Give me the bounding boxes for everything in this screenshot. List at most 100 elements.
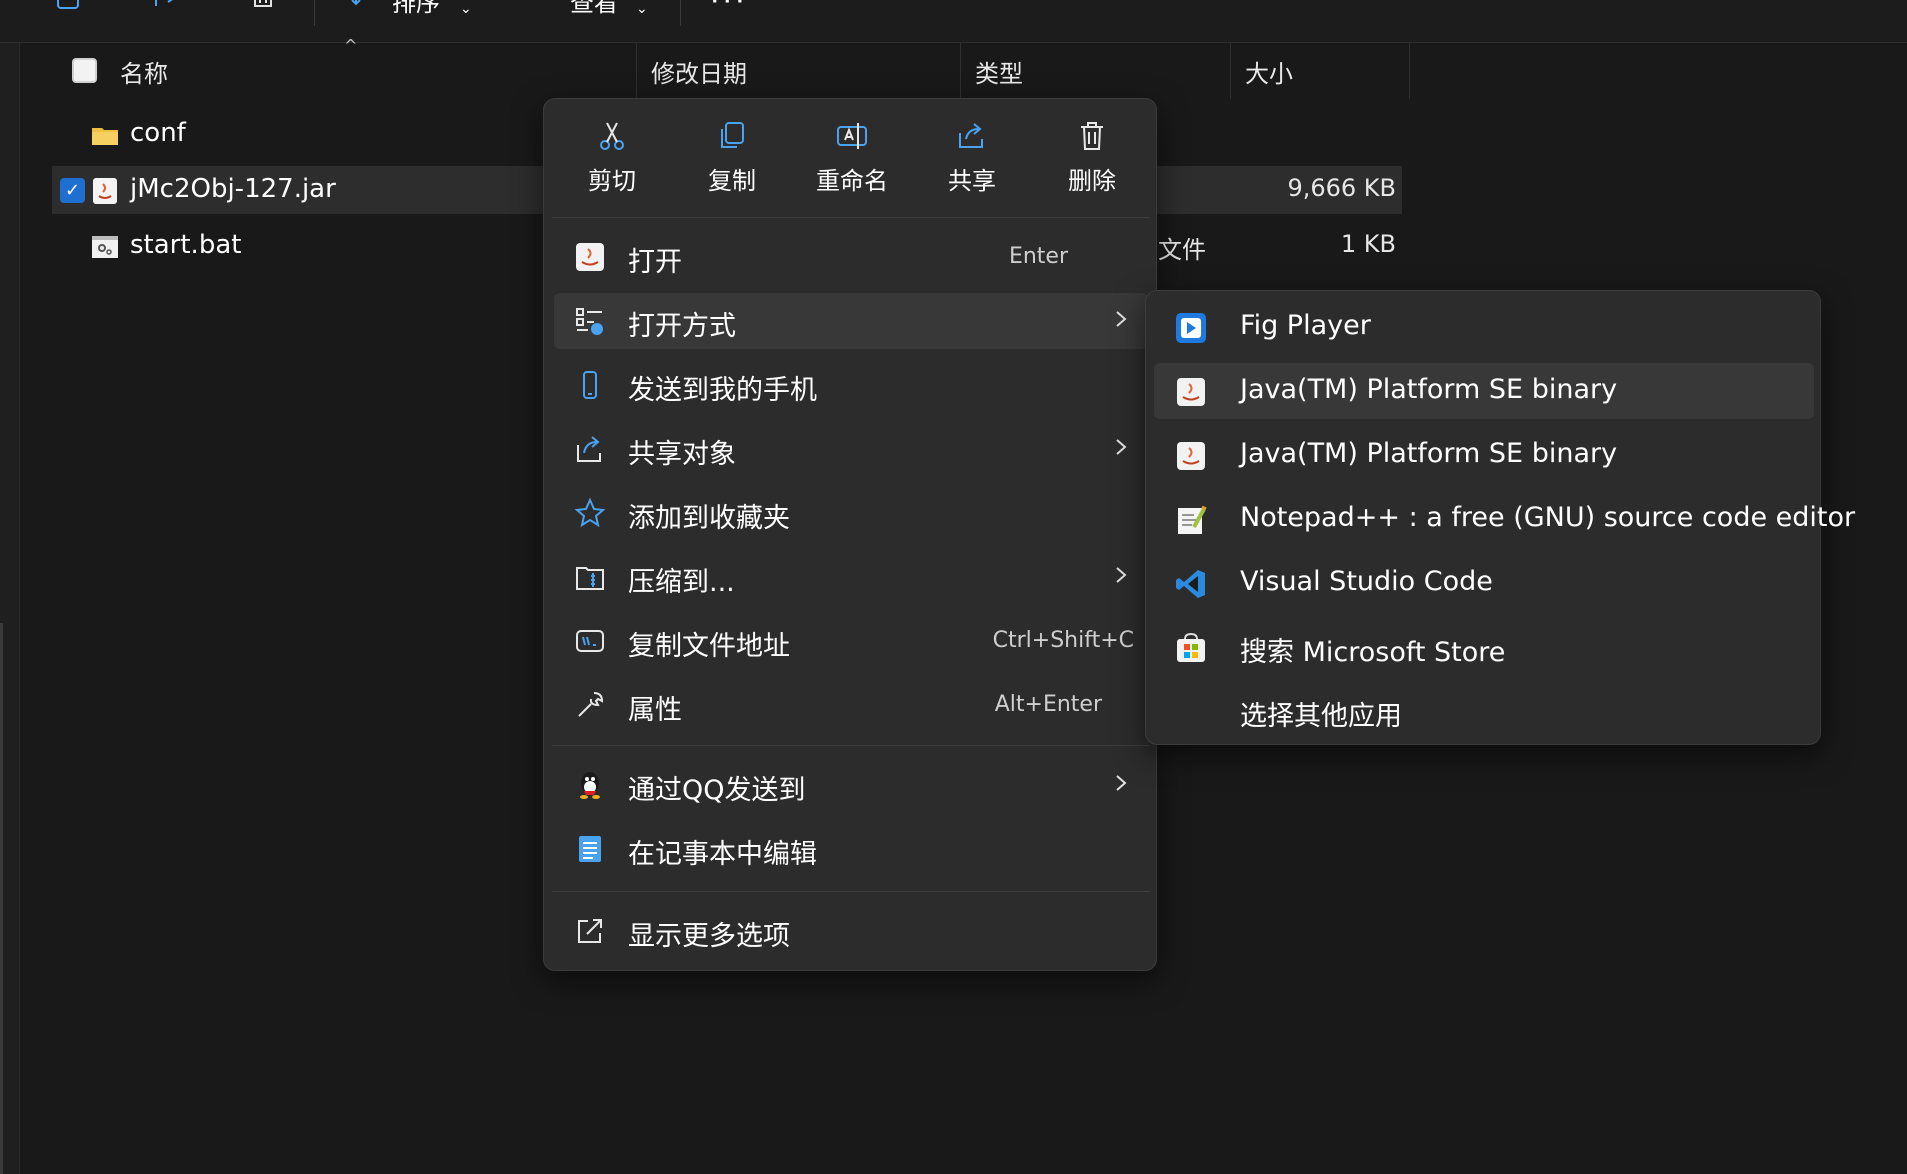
chevron-right-icon (1116, 439, 1127, 455)
submenu-item-choose-other-app[interactable]: 选择其他应用 (1154, 683, 1814, 739)
sort-chevron-icon: ⌄ (460, 1, 472, 17)
file-size: 9,666 KB (1287, 174, 1396, 202)
notepad-icon (574, 833, 606, 865)
submenu-item-vscode[interactable]: Visual Studio Code (1154, 555, 1814, 611)
share-label: 共享 (948, 167, 996, 195)
quick-actions-bar: 剪切 复制 重命名 共享 删除 (544, 99, 1158, 217)
column-header-modified[interactable]: 修改日期 (636, 43, 960, 99)
menu-item-label: 在记事本中编辑 (628, 839, 817, 870)
submenu-item-microsoft-store[interactable]: 搜索 Microsoft Store (1154, 619, 1814, 675)
rename-label: 重命名 (816, 167, 888, 195)
submenu-item-label: Java(TM) Platform SE binary (1240, 374, 1618, 405)
menu-item-label: 添加到收藏夹 (628, 503, 790, 534)
more-options-button[interactable]: ··· (710, 0, 748, 19)
menu-item-show-more-options[interactable]: 显示更多选项 (554, 903, 1148, 959)
cut-icon (600, 122, 624, 150)
java-icon (1174, 439, 1208, 473)
chevron-right-icon (1116, 311, 1127, 327)
menu-item-edit-in-notepad[interactable]: 在记事本中编辑 (554, 821, 1148, 877)
chevron-right-icon (1116, 567, 1127, 583)
view-button[interactable]: 查看 (570, 0, 618, 16)
column-header-size[interactable]: 大小 (1230, 43, 1410, 99)
rename-button[interactable]: 重命名 (802, 119, 902, 196)
menu-item-send-to-phone[interactable]: 发送到我的手机 (554, 357, 1148, 413)
rename-icon (837, 123, 867, 149)
menu-item-label: 显示更多选项 (628, 921, 790, 952)
sort-button[interactable]: 排序 (392, 0, 440, 16)
submenu-item-label: Visual Studio Code (1240, 566, 1493, 597)
show-more-icon (574, 915, 606, 947)
file-name: conf (130, 118, 186, 148)
menu-item-open[interactable]: 打开 Enter (554, 229, 1148, 285)
command-bar: 排序 ⌄ 查看 ⌄ ··· (0, 0, 1907, 43)
chevron-right-icon (1116, 775, 1127, 791)
menu-item-shortcut: Enter (1008, 244, 1068, 269)
file-name: jMc2Obj-127.jar (130, 174, 336, 204)
submenu-item-label: Notepad++ : a free (GNU) source code edi… (1240, 502, 1856, 533)
menu-item-shortcut: Ctrl+Shift+C (992, 628, 1134, 653)
menu-item-label: 打开方式 (628, 311, 736, 342)
context-menu: 剪切 复制 重命名 共享 删除 打开 Enter 打开方式 发送到我的手机 共享… (543, 98, 1157, 971)
column-header-name-label: 名称 (120, 59, 168, 88)
submenu-item-java-2[interactable]: Java(TM) Platform SE binary (1154, 427, 1814, 483)
menu-divider (552, 217, 1150, 218)
row-checkbox[interactable]: ✓ (60, 178, 85, 203)
menu-item-label: 属性 (628, 695, 682, 726)
copy-button[interactable]: 复制 (682, 119, 782, 196)
open-with-icon (574, 305, 606, 337)
column-header-type[interactable]: 类型 (960, 43, 1230, 99)
sort-icon[interactable] (348, 0, 382, 16)
batch-file-icon (90, 232, 120, 262)
java-icon (574, 241, 606, 273)
menu-divider (552, 891, 1150, 892)
menu-item-share-with[interactable]: 共享对象 (554, 421, 1148, 477)
delete-button[interactable]: 删除 (1042, 119, 1142, 196)
view-chevron-icon: ⌄ (636, 1, 648, 17)
menu-item-compress[interactable]: 压缩到... (554, 549, 1148, 605)
submenu-item-notepad-plus-plus[interactable]: Notepad++ : a free (GNU) source code edi… (1154, 491, 1855, 547)
share-icon[interactable] (148, 0, 182, 16)
share-icon (959, 123, 983, 148)
submenu-item-label: Java(TM) Platform SE binary (1240, 438, 1618, 469)
menu-item-properties[interactable]: 属性 Alt+Enter (554, 677, 1148, 733)
submenu-item-label: 搜索 Microsoft Store (1240, 637, 1506, 668)
column-header-size-label: 大小 (1245, 59, 1293, 88)
menu-item-add-to-favorites[interactable]: 添加到收藏夹 (554, 485, 1148, 541)
share-button[interactable]: 共享 (922, 119, 1022, 196)
menu-item-label: 压缩到... (628, 567, 735, 598)
menu-item-shortcut: Alt+Enter (994, 692, 1102, 717)
copy-path-icon (574, 625, 606, 657)
delete-icon[interactable] (246, 0, 280, 16)
menu-item-send-via-qq[interactable]: 通过QQ发送到 (554, 757, 1148, 813)
menu-item-label: 复制文件地址 (628, 631, 790, 662)
delete-label: 删除 (1068, 167, 1116, 195)
java-jar-icon (90, 176, 120, 206)
submenu-item-java-1[interactable]: Java(TM) Platform SE binary (1154, 363, 1814, 419)
view-icon[interactable] (524, 0, 558, 16)
fig-player-icon (1174, 311, 1208, 345)
vscode-icon (1174, 567, 1208, 601)
microsoft-store-icon (1174, 631, 1208, 665)
cut-button[interactable]: 剪切 (562, 119, 662, 196)
navigation-pane-edge (0, 43, 20, 1174)
cut-label: 剪切 (588, 167, 636, 195)
menu-item-copy-path[interactable]: 复制文件地址 Ctrl+Shift+C (554, 613, 1148, 669)
column-header-name[interactable]: 名称 (106, 43, 636, 99)
wrench-icon (574, 689, 606, 721)
menu-item-label: 共享对象 (628, 439, 736, 470)
qq-icon (574, 769, 606, 801)
file-size: 1 KB (1340, 230, 1396, 258)
submenu-item-fig-player[interactable]: Fig Player (1154, 299, 1814, 355)
folder-icon (90, 120, 120, 150)
copy-label: 复制 (708, 167, 756, 195)
submenu-item-label: 选择其他应用 (1240, 701, 1402, 732)
menu-item-open-with[interactable]: 打开方式 (554, 293, 1148, 349)
file-name: start.bat (130, 230, 242, 260)
select-all-checkbox[interactable] (72, 58, 97, 83)
scrollbar[interactable] (0, 623, 3, 1174)
column-header-type-label: 类型 (975, 59, 1023, 88)
menu-item-label: 通过QQ发送到 (628, 775, 806, 806)
java-icon (1174, 375, 1208, 409)
copy-path-icon[interactable] (52, 0, 86, 16)
star-icon (574, 497, 606, 529)
